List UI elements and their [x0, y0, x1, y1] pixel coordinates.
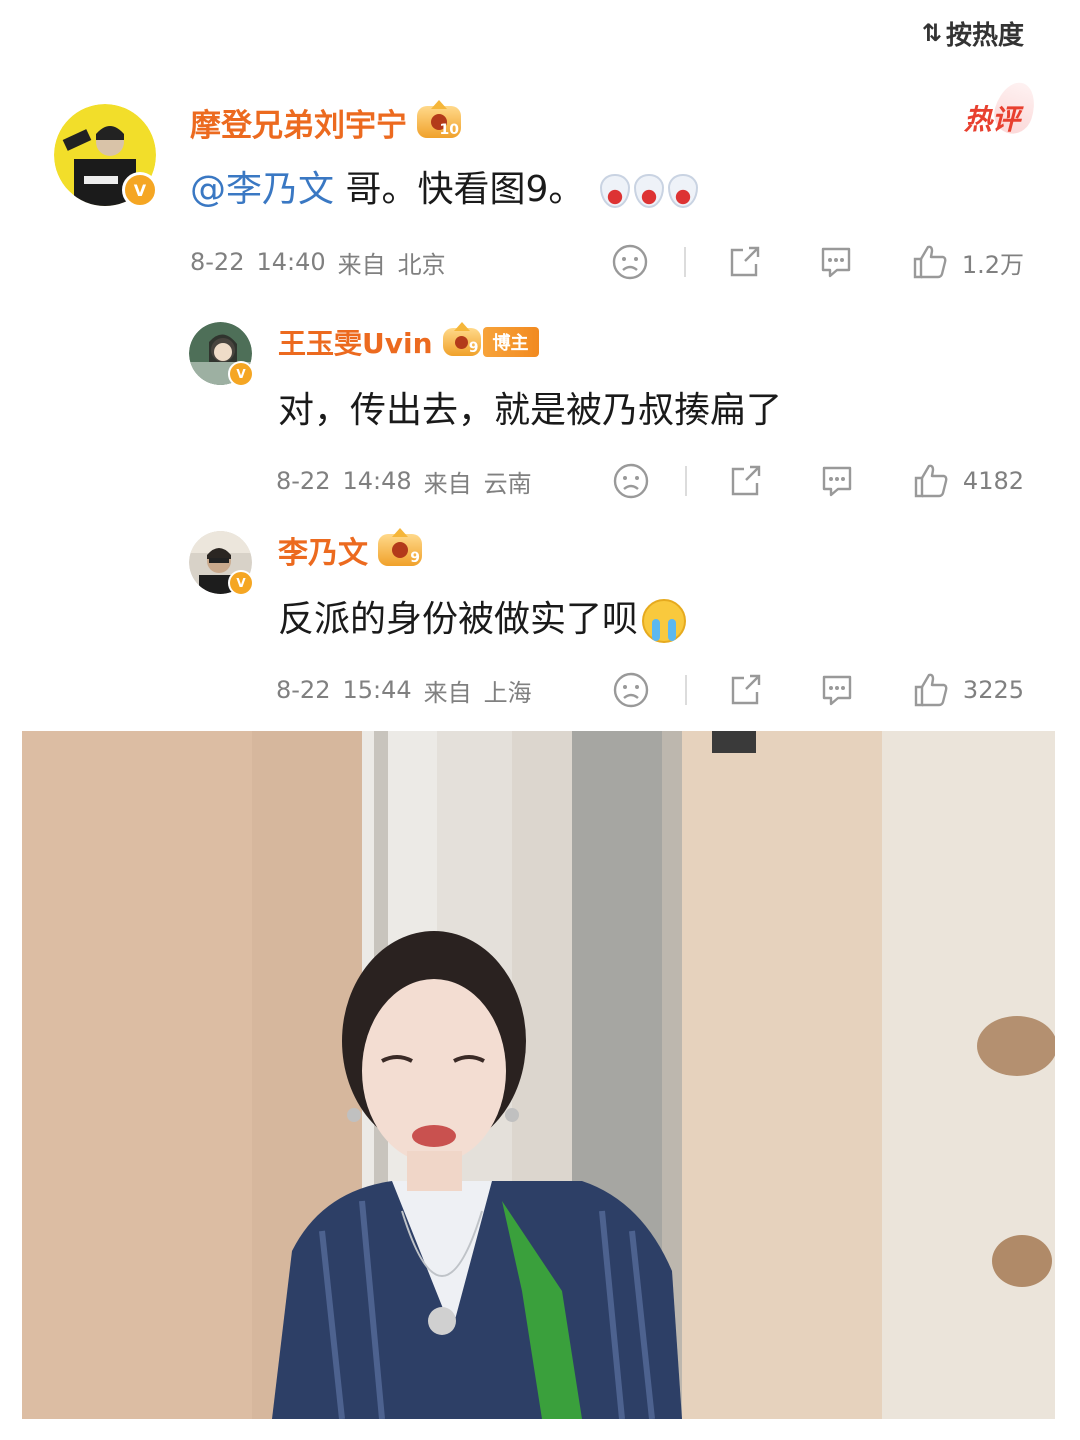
sad-face-icon — [612, 244, 648, 280]
comment-meta: 8-22 14:48 来自 云南 — [276, 464, 532, 498]
thumbs-up-icon — [914, 673, 948, 707]
level-crown-icon: 10 — [417, 106, 461, 138]
blood-drop-icon — [633, 174, 664, 208]
comment-date: 8-22 — [276, 676, 331, 704]
comment-location: 云南 — [483, 469, 532, 498]
comment-time: 15:44 — [342, 676, 412, 704]
action-divider — [683, 247, 686, 277]
comment-icon — [822, 675, 852, 706]
comment-location: 北京 — [397, 250, 446, 279]
action-divider — [684, 466, 687, 496]
like-count: 3225 — [962, 676, 1024, 704]
comment-text: 对，传出去，就是被乃叔揍扁了 — [278, 381, 782, 433]
verified-badge: V — [228, 361, 254, 387]
comment-body: 哥。快看图9。 — [334, 169, 585, 210]
thumbs-up-icon — [914, 464, 948, 498]
avatar[interactable]: V — [189, 322, 254, 387]
attached-photo[interactable] — [22, 731, 1055, 1419]
comment-icon — [821, 247, 851, 278]
dislike-button[interactable] — [608, 243, 652, 281]
username[interactable]: 李乃文 — [278, 528, 368, 572]
sort-by-hot-button[interactable]: ⇅ 按热度 — [921, 16, 1024, 51]
level-number: 9 — [468, 340, 479, 356]
comment-time: 14:48 — [342, 467, 412, 495]
share-button[interactable] — [723, 671, 767, 709]
comment-text: 反派的身份被做实了呗 — [278, 590, 687, 643]
blood-drop-icon — [599, 174, 630, 208]
mention-link[interactable]: @李乃文 — [190, 169, 334, 210]
comment-body: 对，传出去，就是被乃叔揍扁了 — [278, 390, 783, 431]
hot-comment-label: 热评 — [963, 103, 1020, 136]
dislike-button[interactable] — [609, 462, 653, 500]
avatar[interactable]: V — [54, 104, 158, 208]
share-icon — [731, 674, 761, 705]
blood-drop-icon — [667, 174, 698, 208]
sad-face-icon — [613, 672, 649, 708]
verified-badge: V — [122, 172, 158, 208]
level-crown-icon: 9 — [378, 534, 422, 566]
like-button[interactable]: 4182 — [911, 461, 1024, 501]
reply-button[interactable] — [815, 671, 859, 709]
photo-crying-woman-image — [22, 731, 1055, 1419]
share-button[interactable] — [722, 243, 766, 281]
like-count: 1.2万 — [961, 250, 1024, 279]
dislike-button[interactable] — [609, 671, 653, 709]
from-label: 来自 — [337, 250, 386, 279]
crying-emoji-icon — [642, 599, 687, 643]
share-button[interactable] — [723, 462, 767, 500]
comment-location: 上海 — [483, 678, 532, 707]
hot-comment-badge: 热评 — [963, 77, 1042, 139]
from-label: 来自 — [423, 469, 472, 498]
comment-icon — [822, 466, 852, 497]
sad-face-icon — [613, 463, 649, 499]
share-icon — [730, 246, 760, 277]
comment-meta: 8-22 15:44 来自 上海 — [276, 673, 532, 707]
sort-label: 按热度 — [945, 20, 1024, 51]
avatar[interactable]: V — [189, 531, 254, 596]
thumbs-up-icon — [913, 245, 947, 279]
reply-button[interactable] — [814, 243, 858, 281]
username[interactable]: 王玉雯Uvin — [278, 322, 433, 362]
sort-icon: ⇅ — [921, 19, 942, 47]
level-crown-icon: 9 — [442, 328, 481, 356]
level-number: 9 — [410, 550, 420, 566]
from-label: 来自 — [423, 678, 472, 707]
action-divider — [684, 675, 687, 705]
level-number: 10 — [439, 122, 459, 138]
comment-time: 14:40 — [256, 248, 326, 276]
share-icon — [731, 465, 761, 496]
comment-date: 8-22 — [190, 248, 245, 276]
username[interactable]: 摩登兄弟刘宇宁 — [190, 100, 407, 145]
comment-meta: 8-22 14:40 来自 北京 — [190, 245, 446, 279]
comment-date: 8-22 — [276, 467, 331, 495]
verified-badge: V — [228, 570, 254, 596]
like-count: 4182 — [962, 467, 1024, 495]
like-button[interactable]: 1.2万 — [910, 242, 1024, 282]
reply-button[interactable] — [815, 462, 859, 500]
like-button[interactable]: 3225 — [911, 670, 1024, 710]
comment-text: @李乃文 哥。快看图9。 — [190, 160, 698, 212]
blogger-tag: 博主 — [482, 327, 539, 357]
comment-body: 反派的身份被做实了呗 — [278, 599, 639, 640]
